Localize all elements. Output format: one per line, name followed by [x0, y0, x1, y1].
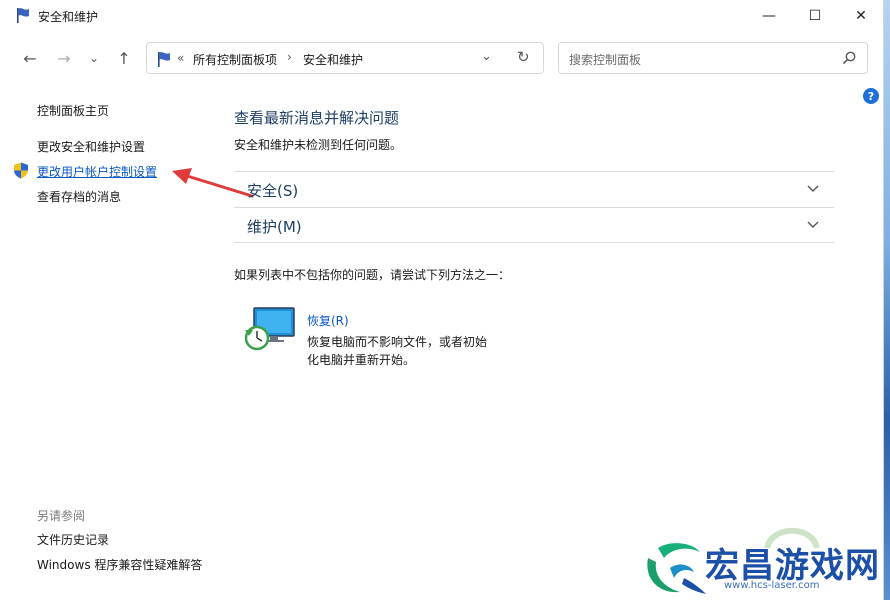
- breadcrumb-all-items[interactable]: 所有控制面板项: [193, 51, 277, 68]
- title-bar: 安全和维护 — ☐ ✕: [0, 0, 884, 32]
- forward-button[interactable]: →: [52, 46, 76, 70]
- watermark-url: www.hcs-laser.com: [724, 580, 820, 591]
- status-message: 安全和维护未检测到任何问题。: [234, 138, 403, 152]
- address-bar[interactable]: « 所有控制面板项 › 安全和维护 ⌄ ↻: [146, 42, 544, 74]
- section-security-label: 安全(S): [247, 182, 299, 200]
- refresh-button[interactable]: ↻: [517, 48, 530, 66]
- chevron-down-icon[interactable]: [806, 181, 820, 195]
- see-also-compat-troubleshooter[interactable]: Windows 程序兼容性疑难解答: [37, 556, 202, 573]
- breadcrumb-security-maintenance[interactable]: 安全和维护: [303, 51, 363, 68]
- page-title: 查看最新消息并解决问题: [234, 109, 400, 127]
- close-button[interactable]: ✕: [838, 0, 884, 32]
- section-security[interactable]: 安全(S): [234, 171, 834, 207]
- search-input[interactable]: 搜索控制面板: [558, 42, 868, 74]
- recent-locations-button[interactable]: ⌄: [82, 46, 106, 70]
- hint-text: 如果列表中不包括你的问题，请尝试下列方法之一：: [234, 268, 511, 282]
- sidebar-item-change-security-settings[interactable]: 更改安全和维护设置: [37, 138, 145, 155]
- address-dropdown-button[interactable]: ⌄: [481, 49, 492, 64]
- see-also-heading: 另请参阅: [37, 509, 86, 523]
- flag-icon: [17, 8, 29, 23]
- window-title: 安全和维护: [38, 10, 99, 24]
- search-placeholder: 搜索控制面板: [569, 53, 642, 67]
- minimize-button[interactable]: —: [746, 0, 792, 32]
- flag-icon: [158, 52, 170, 67]
- recovery-icon[interactable]: [244, 306, 296, 352]
- control-panel-window: 安全和维护 — ☐ ✕ ← → ⌄ ↑ « 所有控制面板项 › 安全和维护 ⌄ …: [0, 0, 884, 600]
- search-icon[interactable]: [841, 50, 857, 66]
- section-maintenance-label: 维护(M): [247, 218, 302, 236]
- recovery-link[interactable]: 恢复(R): [307, 312, 349, 329]
- help-icon[interactable]: ?: [863, 88, 879, 104]
- watermark-logo-icon: [647, 543, 706, 594]
- sidebar-item-control-panel-home[interactable]: 控制面板主页: [37, 102, 109, 119]
- section-maintenance[interactable]: 维护(M): [234, 207, 834, 243]
- breadcrumb-overflow[interactable]: «: [177, 51, 184, 65]
- sidebar-item-view-archived-messages[interactable]: 查看存档的消息: [37, 188, 121, 205]
- sidebar-item-change-uac-settings[interactable]: 更改用户帐户控制设置: [37, 163, 157, 180]
- up-button[interactable]: ↑: [112, 46, 136, 70]
- back-button[interactable]: ←: [18, 46, 42, 70]
- uac-shield-icon: [14, 162, 28, 179]
- breadcrumb-separator[interactable]: ›: [287, 50, 292, 64]
- recovery-description: 恢复电脑而不影响文件，或者初始化电脑并重新开始。: [307, 335, 488, 367]
- maximize-button[interactable]: ☐: [792, 0, 838, 32]
- chevron-down-icon[interactable]: [806, 217, 820, 231]
- see-also-file-history[interactable]: 文件历史记录: [37, 531, 109, 548]
